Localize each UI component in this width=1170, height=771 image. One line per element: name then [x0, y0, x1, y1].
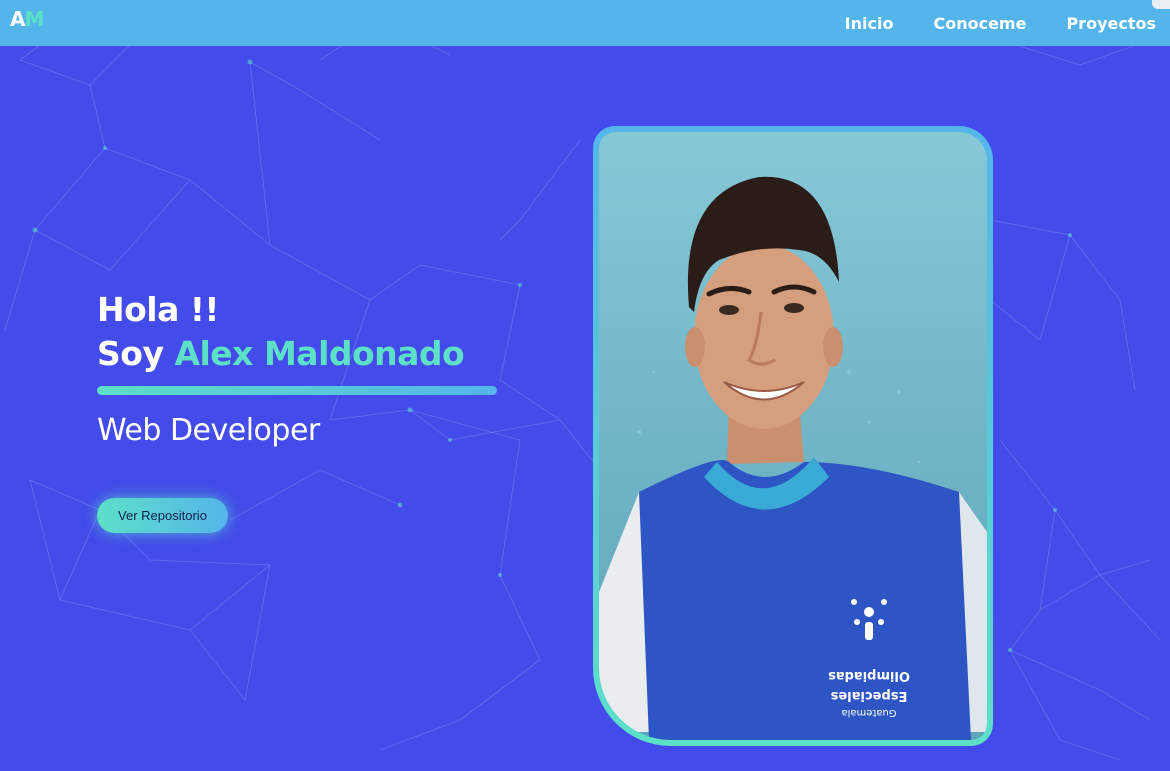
logo-letter-m: M	[24, 7, 44, 31]
shirt-text-3: Guatemala	[841, 707, 896, 718]
nav-links: Inicio Conoceme Proyectos	[845, 14, 1156, 33]
name-prefix: Soy	[97, 334, 164, 373]
nav-link-conoceme[interactable]: Conoceme	[933, 14, 1026, 33]
hero-greeting: Hola !!	[97, 290, 219, 329]
navbar: AM Inicio Conoceme Proyectos	[0, 0, 1170, 46]
site-logo[interactable]: AM	[10, 7, 44, 31]
profile-photo-frame: Olimpiadas Especiales Guatemala	[593, 126, 993, 746]
name-underline	[97, 386, 497, 395]
hero-name: Alex Maldonado	[174, 334, 465, 373]
hero-intro: Hola !! Soy Alex Maldonado Web Developer	[97, 288, 517, 448]
shirt-text-1: Olimpiadas	[828, 668, 910, 683]
view-repository-button[interactable]: Ver Repositorio	[97, 498, 228, 533]
hero-name-line: Soy Alex Maldonado	[97, 332, 517, 376]
window-corner	[1152, 0, 1170, 9]
logo-letter-a: A	[10, 7, 26, 31]
portrait-illustration: Olimpiadas Especiales Guatemala	[599, 176, 987, 740]
nav-link-proyectos[interactable]: Proyectos	[1066, 14, 1156, 33]
nav-link-inicio[interactable]: Inicio	[845, 14, 894, 33]
hero-role: Web Developer	[97, 413, 320, 448]
profile-photo: Olimpiadas Especiales Guatemala	[599, 132, 987, 740]
shirt-text-2: Especiales	[830, 688, 907, 703]
